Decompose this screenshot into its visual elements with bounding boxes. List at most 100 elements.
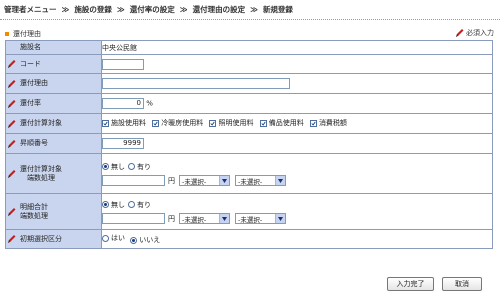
value-cell: 無し 有り 円 -未選択- -未選択- — [101, 193, 493, 230]
pen-icon — [6, 59, 16, 69]
checkbox-equipment-fee[interactable]: 備品使用料 — [259, 118, 304, 128]
divider — [0, 19, 500, 20]
label-cell: 還付率 — [5, 93, 102, 114]
form-row-sort: 昇順番号 9999 — [5, 133, 493, 154]
breadcrumb-item[interactable]: 還付理由の設定 — [193, 5, 246, 14]
select-value: -未選択- — [238, 215, 263, 224]
detail-rounding-amount-input[interactable] — [102, 213, 165, 224]
radio-label: 有り — [137, 200, 151, 209]
facility-label: 施設名 — [20, 43, 41, 51]
pen-icon — [6, 79, 16, 89]
chevron-down-icon[interactable] — [219, 214, 229, 223]
code-input[interactable] — [102, 58, 144, 70]
radio-calc-none[interactable]: 無し — [102, 162, 125, 172]
pen-icon — [6, 119, 16, 129]
radio-initial-no[interactable]: いいえ — [130, 235, 160, 245]
breadcrumb: 管理者メニュー ≫ 施設の登録 ≫ 還付率の設定 ≫ 還付理由の設定 ≫ 新規登録 — [4, 3, 293, 17]
checkbox[interactable] — [102, 119, 109, 127]
checkbox-label: 消費税額 — [318, 119, 347, 128]
detail-rounding-select-2[interactable]: -未選択- — [235, 213, 286, 224]
checkbox-facility-fee[interactable]: 施設使用料 — [102, 118, 146, 128]
detail-rounding-label-line2: 端数処理 — [20, 211, 48, 220]
checkbox-aircon-fee[interactable]: 冷暖房使用料 — [152, 118, 203, 128]
value-cell: 9999 — [101, 133, 493, 154]
checkbox[interactable] — [309, 119, 317, 127]
pen-icon — [6, 139, 16, 149]
radio-button[interactable] — [102, 163, 109, 170]
chevron-down-icon[interactable] — [219, 176, 229, 185]
required-label: 必須入力 — [466, 29, 494, 37]
reason-label: 還付理由 — [20, 79, 48, 87]
rate-input[interactable]: 0 — [102, 98, 144, 109]
select-value: -未選択- — [182, 215, 207, 224]
value-cell: 無し 有り 円 -未選択- -未選択- — [101, 153, 493, 194]
checkbox[interactable] — [209, 119, 217, 127]
label-cell: 初期選択区分 — [5, 229, 102, 249]
radio-button[interactable] — [130, 236, 138, 244]
checkbox[interactable] — [259, 119, 267, 127]
form-row-code: コード — [5, 54, 493, 74]
select-value: -未選択- — [182, 177, 207, 186]
checkbox-label: 備品使用料 — [268, 119, 304, 128]
rate-label: 還付率 — [20, 99, 41, 107]
form-row-calc-rounding: 還付計算対象 端数処理 無し 有り 円 -未選択- -未選択- — [5, 153, 493, 194]
yen-unit: 円 — [168, 214, 175, 223]
radio-initial-yes[interactable]: はい — [102, 233, 125, 243]
label-cell: 明細合計 端数処理 — [5, 193, 102, 230]
radio-label: 無し — [111, 200, 125, 209]
radio-button[interactable] — [102, 234, 109, 242]
form-row-initial: 初期選択区分 はい いいえ — [5, 229, 493, 249]
breadcrumb-separator: ≫ — [179, 5, 188, 14]
checkbox[interactable] — [152, 119, 160, 127]
yen-unit: 円 — [168, 176, 175, 185]
calc-rounding-select-2[interactable]: -未選択- — [235, 175, 286, 186]
checkbox-label: 照明使用料 — [218, 119, 254, 128]
pen-icon — [6, 207, 16, 217]
form-row-targets: 還付計算対象 施設使用料 冷暖房使用料 照明使用料 備品使用料 消費税額 — [5, 113, 493, 134]
value-cell: 施設使用料 冷暖房使用料 照明使用料 備品使用料 消費税額 — [101, 113, 493, 134]
label-cell: 還付計算対象 — [5, 113, 102, 134]
breadcrumb-item[interactable]: 還付率の設定 — [130, 5, 175, 14]
detail-rounding-select-1[interactable]: -未選択- — [179, 213, 230, 224]
radio-detail-yes[interactable]: 有り — [128, 200, 151, 210]
bullet-square-icon — [5, 32, 9, 36]
radio-detail-none[interactable]: 無し — [102, 200, 125, 210]
radio-calc-yes[interactable]: 有り — [128, 162, 151, 172]
value-cell — [101, 54, 493, 74]
radio-button[interactable] — [128, 201, 135, 208]
pen-icon — [6, 234, 16, 244]
cancel-button[interactable]: 取消 — [442, 277, 482, 291]
radio-label: 無し — [111, 162, 125, 171]
targets-label: 還付計算対象 — [20, 119, 62, 127]
breadcrumb-item[interactable]: 施設の登録 — [74, 5, 112, 14]
calc-rounding-select-1[interactable]: -未選択- — [179, 175, 230, 186]
calc-rounding-amount-input[interactable] — [102, 175, 165, 186]
label-cell: 昇順番号 — [5, 133, 102, 154]
detail-rounding-label-line1: 明細合計 — [20, 202, 48, 211]
breadcrumb-separator: ≫ — [116, 5, 125, 14]
submit-button[interactable]: 入力完了 — [387, 277, 434, 291]
code-label: コード — [20, 59, 41, 68]
radio-button[interactable] — [128, 163, 135, 170]
checkbox-lighting-fee[interactable]: 照明使用料 — [209, 118, 253, 128]
form-row-detail-rounding: 明細合計 端数処理 無し 有り 円 -未選択- -未選択- — [5, 193, 493, 230]
breadcrumb-separator: ≫ — [61, 5, 70, 14]
value-cell: 0 % — [101, 93, 493, 114]
facility-name: 中央公民館 — [102, 43, 137, 52]
section-title-text: 還付理由 — [13, 30, 41, 38]
radio-label: はい — [111, 234, 125, 242]
breadcrumb-item[interactable]: 管理者メニュー — [4, 5, 57, 14]
radio-button[interactable] — [102, 201, 109, 208]
label-cell: 還付理由 — [5, 73, 102, 94]
sort-input[interactable]: 9999 — [102, 138, 144, 149]
section-title: 還付理由 — [5, 29, 41, 39]
pen-icon — [454, 28, 464, 38]
chevron-down-icon[interactable] — [275, 214, 285, 223]
checkbox-consumption-tax[interactable]: 消費税額 — [309, 118, 347, 128]
value-cell: 中央公民館 — [101, 40, 493, 55]
radio-label: いいえ — [139, 236, 161, 244]
form-row-reason: 還付理由 — [5, 73, 493, 94]
reason-input[interactable] — [102, 78, 290, 89]
chevron-down-icon[interactable] — [275, 176, 285, 185]
sort-label: 昇順番号 — [20, 139, 48, 147]
